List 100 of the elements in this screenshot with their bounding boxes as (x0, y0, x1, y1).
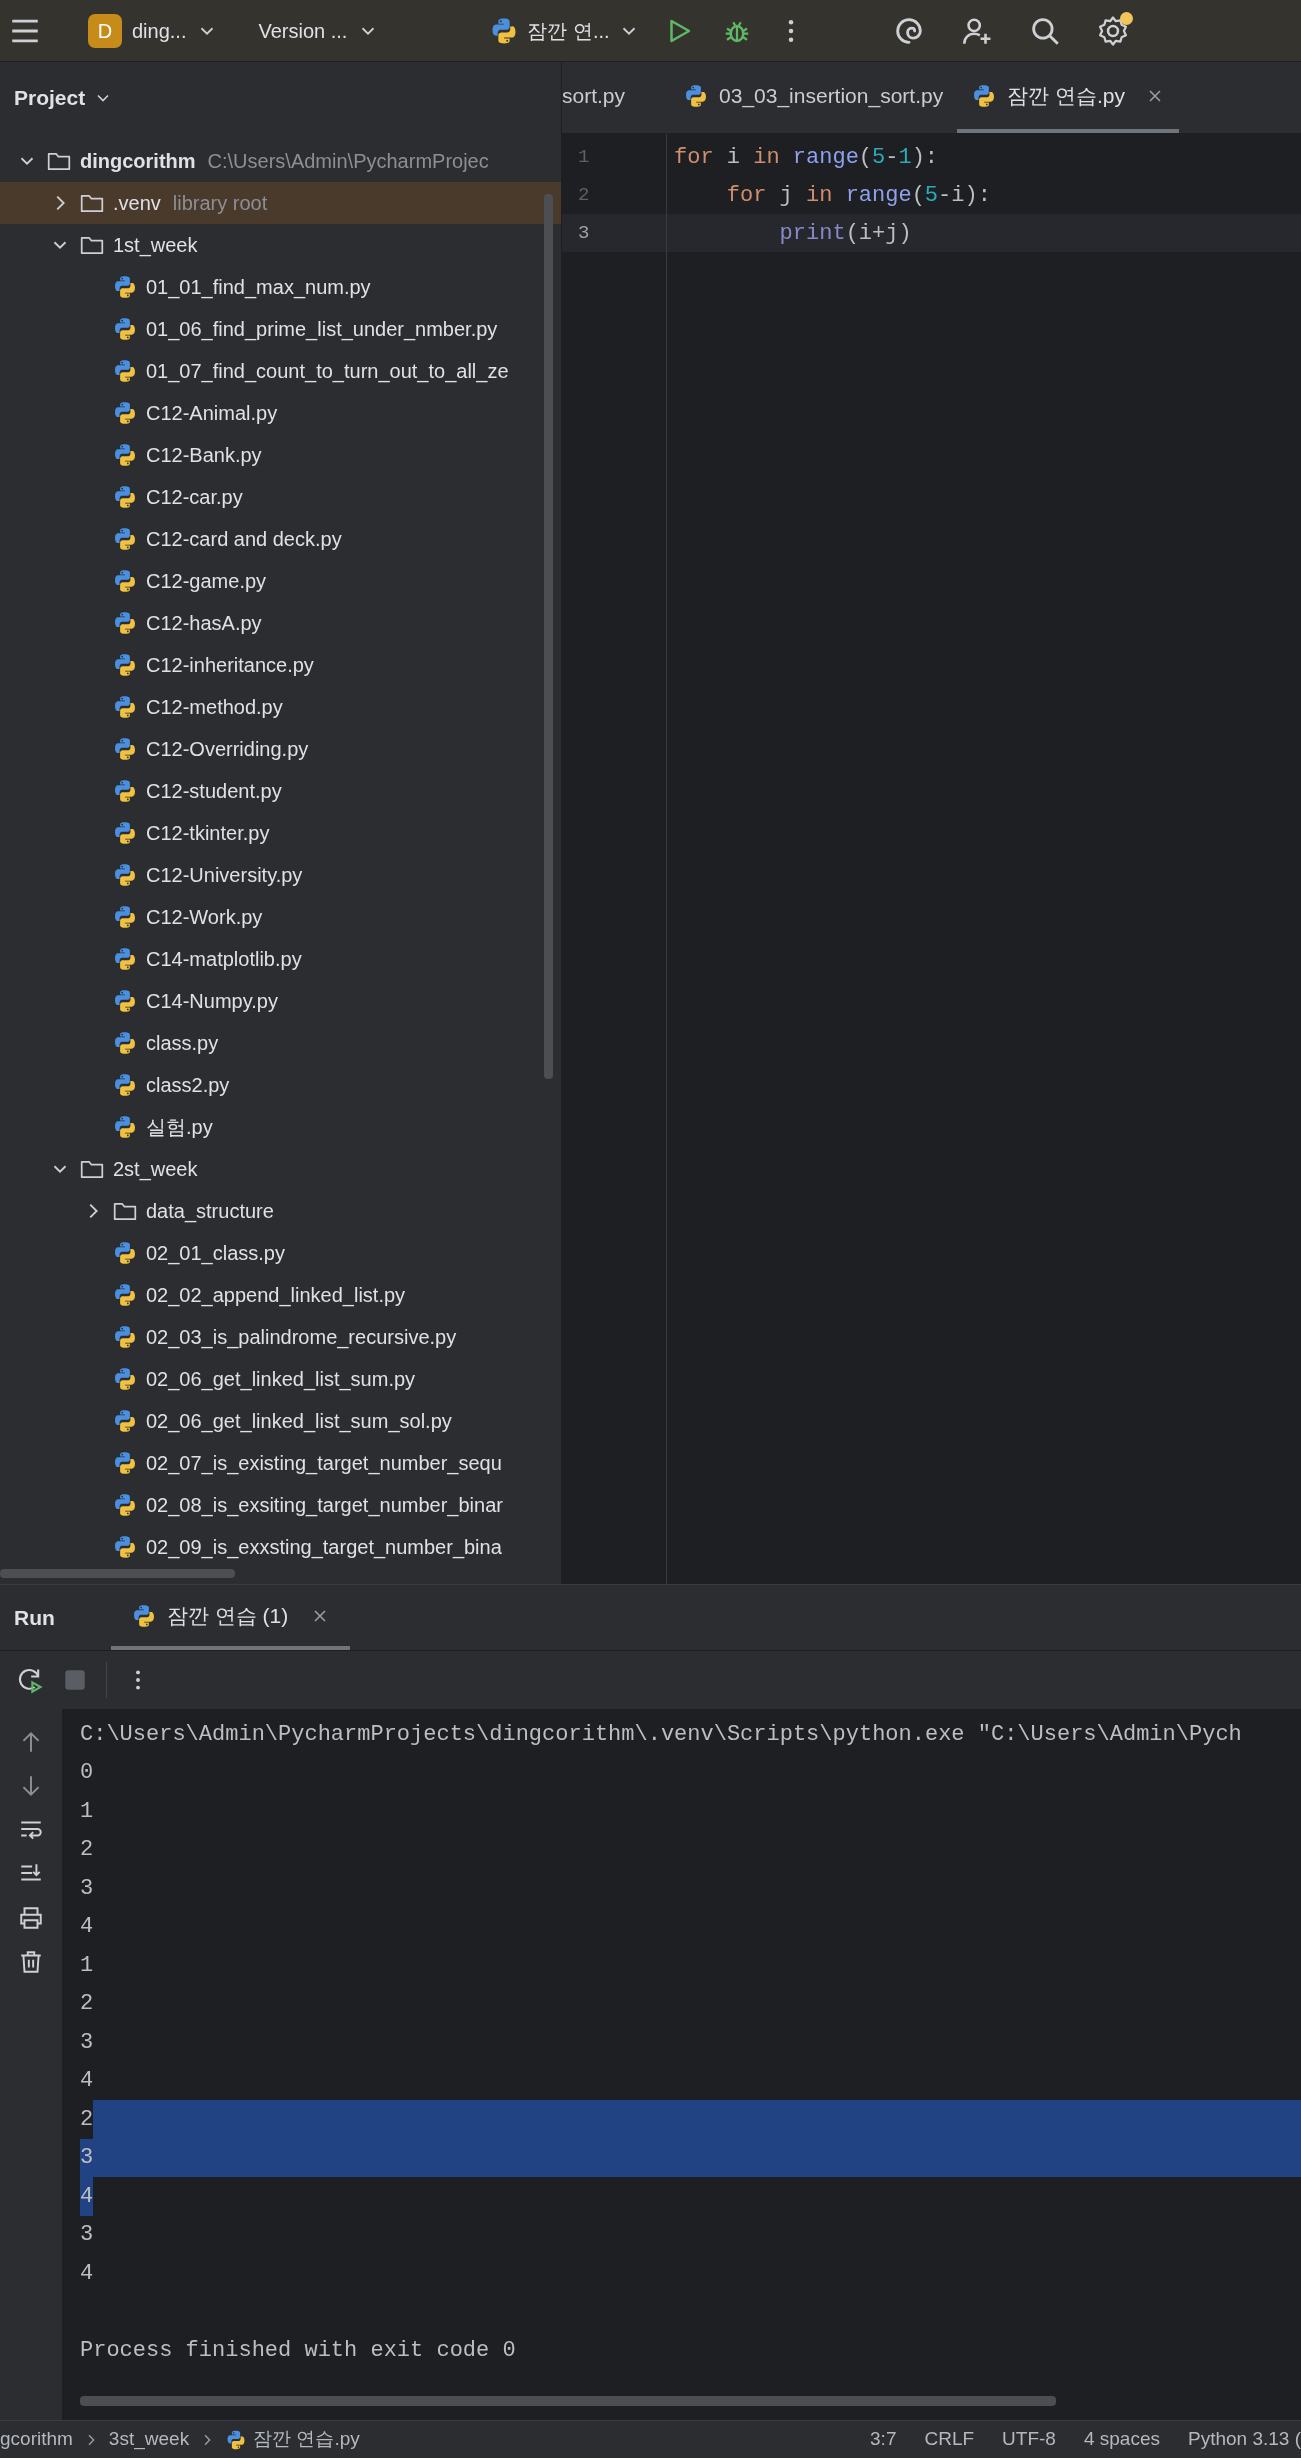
tree-item[interactable]: C14-matplotlib.py (0, 938, 561, 980)
python-file-icon (112, 1114, 138, 1140)
breadcrumb[interactable]: 잠깐 연습.py (225, 2425, 360, 2454)
tree-item[interactable]: C12-hasA.py (0, 602, 561, 644)
tree-item[interactable]: 02_08_is_exsiting_target_number_binar (0, 1484, 561, 1526)
horizontal-scrollbar[interactable] (0, 1569, 235, 1578)
run-config-label: 잠깐 연... (527, 18, 610, 44)
project-selector[interactable]: D ding... (82, 8, 225, 53)
tree-item[interactable]: C12-Animal.py (0, 392, 561, 434)
python-file-icon (112, 946, 138, 972)
rerun-icon[interactable] (16, 1666, 44, 1694)
vcs-menu[interactable]: Version ... (252, 8, 386, 53)
tree-item-note: library root (172, 191, 268, 216)
python-file-icon (112, 1282, 138, 1308)
python-file-icon (112, 862, 138, 888)
python-file-icon (112, 1030, 138, 1056)
run-tab[interactable]: 잠깐 연습 (1) (110, 1585, 351, 1650)
python-file-icon (112, 484, 138, 510)
status-item[interactable]: CRLF (924, 2425, 975, 2454)
tree-item[interactable]: 1st_week (0, 224, 561, 266)
tree-item[interactable]: 02_01_class.py (0, 1232, 561, 1274)
python-file-icon (112, 1408, 138, 1434)
python-file-icon (112, 1072, 138, 1098)
console-output: 2 (80, 2105, 94, 2134)
tree-item[interactable]: C12-University.py (0, 854, 561, 896)
editor-tab[interactable]: sort.py (562, 62, 640, 133)
vcs-label: Version ... (258, 18, 348, 44)
tree-item[interactable]: dingcorithm C:\Users\Admin\PycharmProjec (0, 140, 561, 182)
tree-item[interactable]: 02_06_get_linked_list_sum.py (0, 1358, 561, 1400)
project-view-menu[interactable]: Project (14, 82, 114, 114)
tree-item[interactable]: C12-Overriding.py (0, 728, 561, 770)
breadcrumb[interactable]: gcorithm (0, 2425, 73, 2454)
python-file-icon (112, 610, 138, 636)
tree-item[interactable]: 01_06_find_prime_list_under_nmber.py (0, 308, 561, 350)
vertical-scrollbar[interactable] (544, 194, 553, 1079)
tree-item[interactable]: C12-game.py (0, 560, 561, 602)
python-file-icon (112, 1366, 138, 1392)
tree-item[interactable]: 실험.py (0, 1106, 561, 1148)
status-item[interactable]: 4 spaces (1083, 2425, 1160, 2454)
tree-item[interactable]: class.py (0, 1022, 561, 1064)
tree-item[interactable]: class2.py (0, 1064, 561, 1106)
console-output: 4 (80, 1913, 94, 1942)
tree-item[interactable]: C12-method.py (0, 686, 561, 728)
python-file-icon (112, 736, 138, 762)
tree-item-note: C:\Users\Admin\PycharmProjec (207, 149, 489, 174)
run-configuration[interactable]: 잠깐 연... (485, 8, 644, 53)
python-file-icon (112, 820, 138, 846)
console-output: 1 (80, 1797, 94, 1826)
tree-item[interactable]: data_structure (0, 1190, 561, 1232)
tree-item[interactable]: 01_01_find_max_num.py (0, 266, 561, 308)
console-output: 4 (80, 2259, 94, 2288)
console-output: 1 (80, 1951, 94, 1980)
tree-item[interactable]: C12-car.py (0, 476, 561, 518)
line-number: 2 (577, 182, 591, 208)
tree-item[interactable]: 02_03_is_palindrome_recursive.py (0, 1316, 561, 1358)
python-file-icon (112, 778, 138, 804)
tree-item[interactable]: C12-Bank.py (0, 434, 561, 476)
line-number: 3 (577, 220, 591, 246)
tree-item[interactable]: C12-Work.py (0, 896, 561, 938)
tree-item[interactable]: C12-card and deck.py (0, 518, 561, 560)
tree-item[interactable]: C12-inheritance.py (0, 644, 561, 686)
python-file-icon (112, 988, 138, 1014)
python-file-icon (112, 400, 138, 426)
code-text: print(i+j) (778, 219, 912, 248)
run-panel-title: Run (13, 1604, 55, 1631)
python-file-icon (112, 694, 138, 720)
tree-item[interactable]: 02_07_is_existing_target_number_sequ (0, 1442, 561, 1484)
python-file-icon (112, 526, 138, 552)
editor-tab[interactable]: 03_03_insertion_sort.py (669, 62, 958, 133)
tree-item[interactable]: 02_02_append_linked_list.py (0, 1274, 561, 1316)
python-file-icon (112, 274, 138, 300)
python-file-icon (112, 1492, 138, 1518)
tree-item[interactable]: C12-tkinter.py (0, 812, 561, 854)
trash-icon[interactable] (18, 1949, 44, 1975)
tree-item[interactable]: 02_09_is_exxsting_target_number_bina (0, 1526, 561, 1568)
python-file-icon (112, 904, 138, 930)
tree-item[interactable]: C12-student.py (0, 770, 561, 812)
console-output: 3 (80, 2138, 94, 2177)
tree-item[interactable]: 02_06_get_linked_list_sum_sol.py (0, 1400, 561, 1442)
status-item[interactable]: 3:7 (870, 2425, 897, 2454)
python-file-icon (112, 1450, 138, 1476)
tree-item[interactable]: C14-Numpy.py (0, 980, 561, 1022)
console-command: C:\Users\Admin\PycharmProjects\dingcorithm\.venv\Scripts\python.exe "C:\Users\Admin\Pych (80, 1720, 1242, 1749)
console-status: Process finished with exit code 0 (80, 2336, 516, 2365)
console-output: 2 (80, 1990, 94, 2019)
console-output: 3 (80, 1874, 94, 1903)
console-output: 3 (80, 2221, 94, 2250)
tree-item[interactable]: .venv library root (0, 182, 561, 224)
python-file-icon (112, 568, 138, 594)
print-icon[interactable] (18, 1905, 44, 1931)
status-item[interactable]: UTF-8 (1002, 2425, 1056, 2454)
breadcrumb[interactable]: 3st_week (108, 2425, 190, 2454)
python-file-icon (112, 358, 138, 384)
tree-item[interactable]: 2st_week (0, 1148, 561, 1190)
tree-item[interactable]: 01_07_find_count_to_turn_out_to_all_ze (0, 350, 561, 392)
console-output: 4 (80, 2177, 94, 2216)
status-item[interactable]: Python 3.13 ( (1187, 2425, 1301, 2454)
python-file-icon (112, 652, 138, 678)
horizontal-scrollbar[interactable] (80, 2396, 1056, 2406)
console-output: 4 (80, 2067, 94, 2096)
